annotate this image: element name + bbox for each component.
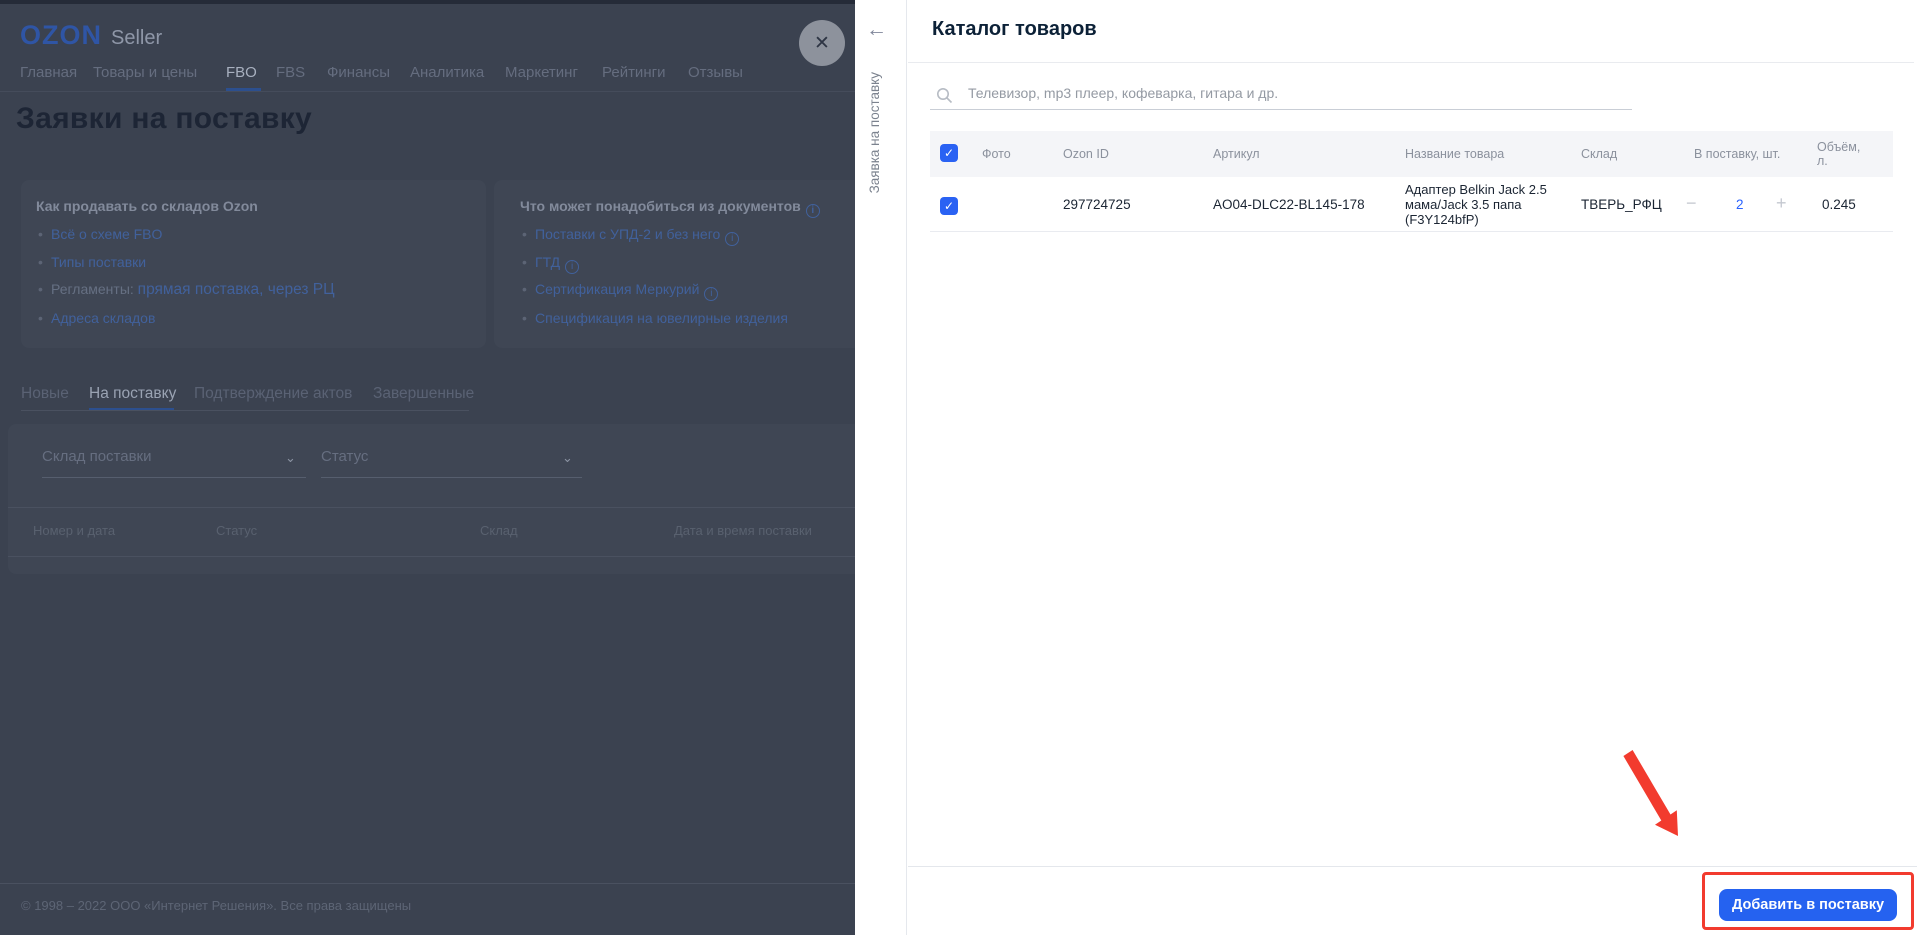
page-title: Заявки на поставку [16,102,313,135]
table-header-divider [8,556,855,557]
help-link-jewelry-spec[interactable]: Спецификация на ювелирные изделия [522,310,788,326]
background-page: OZON Seller Главная Товары и цены FBO FB… [0,0,855,935]
col-header-photo: Фото [982,147,1011,161]
nav-divider [0,91,855,92]
row-checkbox[interactable]: ✓ [940,197,958,215]
help-card-how-to-sell: Как продавать со складов Ozon Всё о схем… [21,180,486,348]
info-icon[interactable] [725,232,740,246]
help-link-warehouse-addresses[interactable]: Адреса складов [38,310,155,326]
help-link-reglament[interactable]: Регламенты: прямая поставка, через РЦ [38,281,335,299]
col-header-supply-datetime: Дата и время поставки [674,523,812,538]
supply-list-card: Склад поставки ⌄ Статус ⌄ Номер и дата С… [8,424,855,574]
help-card-title: Как продавать со складов Ozon [36,198,258,214]
seller-logo-text: Seller [111,27,163,49]
col-header-number-date: Номер и дата [33,523,116,538]
col-header-warehouse: Склад [480,523,518,538]
col-header-ozon-id: Ozon ID [1063,147,1109,161]
ozon-seller-logo: OZON Seller [20,20,162,51]
help-link-upd2[interactable]: Поставки с УПД-2 и без него [522,226,740,246]
plus-icon[interactable]: + [1776,194,1787,212]
cell-warehouse: ТВЕРЬ_РФЦ [1581,197,1662,212]
col-header-article: Артикул [1213,147,1260,161]
drawer-title-divider [908,62,1914,63]
close-button[interactable]: ✕ [799,20,845,66]
tab-zavershennye[interactable]: Завершенные [373,385,474,403]
qty-value[interactable]: 2 [1736,197,1744,212]
cell-product-name: Адаптер Belkin Jack 2.5 мама/Jack 3.5 па… [1405,182,1547,227]
rail-label: Заявка на поставку [867,72,882,194]
col-header-qty: В поставку, шт. [1694,147,1781,161]
drawer-footer-divider [908,866,1917,867]
check-icon: ✓ [943,146,955,160]
chevron-down-icon[interactable]: ⌄ [285,450,296,466]
cell-article: AO04-DLC22-BL145-178 [1213,197,1365,212]
nav-item-marketing[interactable]: Маркетинг [505,64,578,81]
product-search [930,80,1632,112]
nav-item-finansy[interactable]: Финансы [327,64,390,81]
minus-icon[interactable]: − [1686,194,1697,212]
help-link-mercury[interactable]: Сертификация Меркурий [522,281,719,301]
select-all-checkbox[interactable]: ✓ [940,144,958,162]
catalog-drawer: Каталог товаров ✓ Фото Ozon ID Артикул Н… [908,0,1917,935]
table-top-divider [8,507,855,508]
tab-novye[interactable]: Новые [21,385,69,403]
cell-ozon-id: 297724725 [1063,197,1131,212]
table-row: ✓ 297724725 AO04-DLC22-BL145-178 Адаптер… [930,177,1893,231]
col-header-product-name: Название товара [1405,147,1505,161]
main-nav: Главная Товары и цены FBO FBS Финансы Ан… [0,64,855,90]
copyright-text: © 1998 – 2022 ООО «Интернет Решения». Вс… [21,898,412,913]
close-icon: ✕ [814,32,830,54]
help-card-title: Что может понадобиться из документов [520,198,820,218]
nav-item-tovary[interactable]: Товары и цены [93,64,197,81]
ozon-logo-text: OZON [20,20,102,50]
status-filter[interactable]: Статус [321,448,368,465]
back-arrow-icon[interactable]: ← [866,18,887,42]
tab-na-postavku[interactable]: На поставку [89,385,176,403]
warehouse-filter-underline [42,477,306,478]
help-card-documents: Что может понадобиться из документов Пос… [494,180,855,348]
status-filter-underline [321,477,582,478]
warehouse-filter[interactable]: Склад поставки [42,448,152,465]
info-icon[interactable] [565,260,580,274]
col-header-volume: Объём, л. [1817,140,1861,168]
col-header-status: Статус [216,523,258,538]
catalog-table-header: ✓ Фото Ozon ID Артикул Название товара С… [930,131,1893,177]
nav-item-otzyvy[interactable]: Отзывы [688,64,743,81]
cell-volume: 0.245 [1822,197,1856,212]
nav-item-glavnaya[interactable]: Главная [20,64,77,81]
footer-divider [0,883,855,884]
info-icon[interactable] [704,287,719,301]
nav-item-analitika[interactable]: Аналитика [410,64,484,81]
app-root: OZON Seller Главная Товары и цены FBO FB… [0,0,1917,935]
info-icon[interactable] [805,204,820,218]
help-link-gtd[interactable]: ГТД [522,254,580,274]
annotation-arrow [1623,750,1678,836]
help-link-fbo-scheme[interactable]: Всё о схеме FBO [38,226,162,242]
col-header-warehouse: Склад [1581,147,1618,161]
row-divider [930,231,1893,232]
tab-divider [21,410,469,411]
check-icon: ✓ [943,199,955,213]
nav-item-fbo[interactable]: FBO [226,64,257,81]
drawer-title: Каталог товаров [932,18,1097,40]
nav-item-fbs[interactable]: FBS [276,64,305,81]
tab-podtverzhdenie-aktov[interactable]: Подтверждение актов [194,385,352,403]
add-to-supply-button[interactable]: Добавить в поставку [1719,889,1897,921]
drawer-rail: ← Заявка на поставку [855,0,907,935]
nav-item-reitingi[interactable]: Рейтинги [602,64,665,81]
search-input[interactable] [930,80,1632,110]
help-link-supply-types[interactable]: Типы поставки [38,254,146,270]
top-strip [0,0,855,4]
chevron-down-icon[interactable]: ⌄ [562,450,573,466]
